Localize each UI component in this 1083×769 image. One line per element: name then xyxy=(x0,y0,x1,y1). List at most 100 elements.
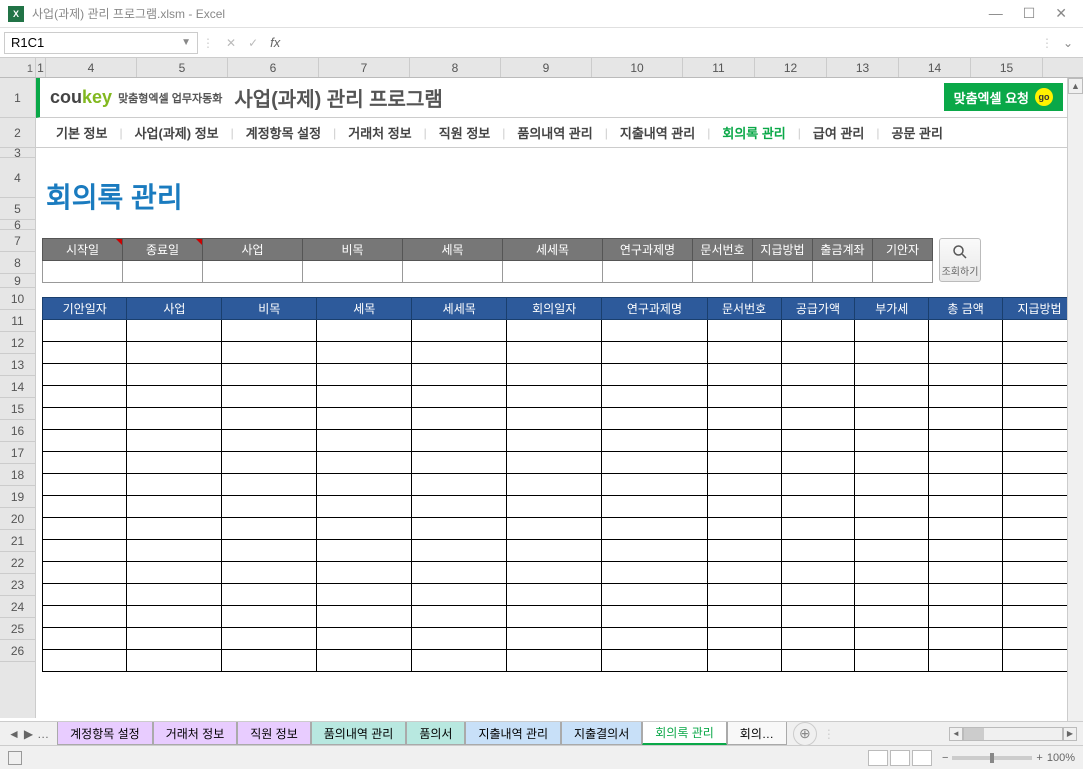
data-cell-7-9[interactable] xyxy=(855,474,929,496)
data-cell-12-2[interactable] xyxy=(222,584,317,606)
data-cell-10-7[interactable] xyxy=(707,540,781,562)
data-cell-6-6[interactable] xyxy=(602,452,708,474)
data-cell-8-6[interactable] xyxy=(602,496,708,518)
data-cell-13-6[interactable] xyxy=(602,606,708,628)
data-cell-5-9[interactable] xyxy=(855,430,929,452)
hscroll-right-icon[interactable]: ▶ xyxy=(1063,727,1077,741)
data-cell-15-7[interactable] xyxy=(707,650,781,672)
data-cell-8-9[interactable] xyxy=(855,496,929,518)
data-cell-0-5[interactable] xyxy=(507,320,602,342)
row-header-20[interactable]: 20 xyxy=(0,508,35,530)
sheet-nav-first-icon[interactable]: ◄ xyxy=(8,727,20,741)
col-header-9[interactable]: 9 xyxy=(501,58,592,77)
hscroll-track[interactable] xyxy=(963,727,1063,741)
data-cell-6-7[interactable] xyxy=(707,452,781,474)
data-cell-7-0[interactable] xyxy=(43,474,127,496)
data-cell-9-3[interactable] xyxy=(317,518,412,540)
filter-cell-0[interactable] xyxy=(43,261,123,283)
close-button[interactable]: ✕ xyxy=(1055,5,1067,22)
data-cell-5-11[interactable] xyxy=(1003,430,1077,452)
row-header-11[interactable]: 11 xyxy=(0,310,35,332)
view-layout-button[interactable] xyxy=(890,750,910,766)
data-cell-2-9[interactable] xyxy=(855,364,929,386)
view-break-button[interactable] xyxy=(912,750,932,766)
data-cell-14-6[interactable] xyxy=(602,628,708,650)
data-cell-10-5[interactable] xyxy=(507,540,602,562)
data-cell-1-4[interactable] xyxy=(412,342,507,364)
data-cell-5-7[interactable] xyxy=(707,430,781,452)
data-cell-11-8[interactable] xyxy=(781,562,855,584)
zoom-in-button[interactable]: + xyxy=(1036,752,1042,764)
fx-icon[interactable]: fx xyxy=(270,35,280,50)
data-cell-9-1[interactable] xyxy=(127,518,222,540)
view-normal-button[interactable] xyxy=(868,750,888,766)
data-cell-5-8[interactable] xyxy=(781,430,855,452)
row-header-1[interactable]: 1 xyxy=(0,78,35,118)
data-cell-6-2[interactable] xyxy=(222,452,317,474)
data-cell-10-6[interactable] xyxy=(602,540,708,562)
data-cell-7-8[interactable] xyxy=(781,474,855,496)
data-cell-6-10[interactable] xyxy=(929,452,1003,474)
sheet-tab-5[interactable]: 지출내역 관리 xyxy=(465,722,561,745)
data-cell-15-4[interactable] xyxy=(412,650,507,672)
data-cell-1-1[interactable] xyxy=(127,342,222,364)
row-header-3[interactable]: 3 xyxy=(0,148,35,158)
row-header-26[interactable]: 26 xyxy=(0,640,35,662)
data-cell-9-8[interactable] xyxy=(781,518,855,540)
filter-cell-2[interactable] xyxy=(203,261,303,283)
col-header-14[interactable]: 14 xyxy=(899,58,971,77)
nav-item-0[interactable]: 기본 정보 xyxy=(44,123,119,142)
data-cell-4-7[interactable] xyxy=(707,408,781,430)
data-cell-7-4[interactable] xyxy=(412,474,507,496)
data-cell-6-9[interactable] xyxy=(855,452,929,474)
data-cell-15-5[interactable] xyxy=(507,650,602,672)
data-cell-10-11[interactable] xyxy=(1003,540,1077,562)
data-cell-4-10[interactable] xyxy=(929,408,1003,430)
row-header-10[interactable]: 10 xyxy=(0,288,35,310)
data-cell-10-4[interactable] xyxy=(412,540,507,562)
data-cell-2-3[interactable] xyxy=(317,364,412,386)
data-cell-6-0[interactable] xyxy=(43,452,127,474)
data-cell-3-8[interactable] xyxy=(781,386,855,408)
data-cell-1-7[interactable] xyxy=(707,342,781,364)
sheet-tab-6[interactable]: 지출결의서 xyxy=(561,722,642,745)
data-cell-15-1[interactable] xyxy=(127,650,222,672)
data-cell-8-7[interactable] xyxy=(707,496,781,518)
data-cell-11-1[interactable] xyxy=(127,562,222,584)
data-cell-13-5[interactable] xyxy=(507,606,602,628)
col-header-1[interactable]: 1 xyxy=(36,58,46,77)
data-cell-7-7[interactable] xyxy=(707,474,781,496)
data-cell-0-1[interactable] xyxy=(127,320,222,342)
nav-item-9[interactable]: 공문 관리 xyxy=(879,123,954,142)
data-cell-13-3[interactable] xyxy=(317,606,412,628)
data-cell-0-11[interactable] xyxy=(1003,320,1077,342)
zoom-slider[interactable] xyxy=(952,756,1032,760)
data-cell-2-2[interactable] xyxy=(222,364,317,386)
data-cell-6-1[interactable] xyxy=(127,452,222,474)
data-cell-0-4[interactable] xyxy=(412,320,507,342)
data-cell-3-7[interactable] xyxy=(707,386,781,408)
data-cell-15-6[interactable] xyxy=(602,650,708,672)
data-cell-3-4[interactable] xyxy=(412,386,507,408)
data-cell-4-11[interactable] xyxy=(1003,408,1077,430)
data-cell-0-10[interactable] xyxy=(929,320,1003,342)
data-cell-8-11[interactable] xyxy=(1003,496,1077,518)
data-cell-4-2[interactable] xyxy=(222,408,317,430)
formula-input[interactable] xyxy=(292,32,1037,54)
data-cell-11-7[interactable] xyxy=(707,562,781,584)
col-header-5[interactable]: 5 xyxy=(137,58,228,77)
data-cell-14-1[interactable] xyxy=(127,628,222,650)
data-cell-8-4[interactable] xyxy=(412,496,507,518)
data-cell-13-1[interactable] xyxy=(127,606,222,628)
data-cell-3-0[interactable] xyxy=(43,386,127,408)
data-cell-6-5[interactable] xyxy=(507,452,602,474)
data-cell-4-4[interactable] xyxy=(412,408,507,430)
data-cell-8-1[interactable] xyxy=(127,496,222,518)
data-cell-4-1[interactable] xyxy=(127,408,222,430)
data-cell-3-3[interactable] xyxy=(317,386,412,408)
data-cell-5-4[interactable] xyxy=(412,430,507,452)
col-header-15[interactable]: 15 xyxy=(971,58,1043,77)
data-cell-3-10[interactable] xyxy=(929,386,1003,408)
go-button[interactable]: 맞춤엑셀 요청 go xyxy=(944,83,1063,111)
vertical-scrollbar[interactable]: ▲ xyxy=(1067,78,1083,721)
